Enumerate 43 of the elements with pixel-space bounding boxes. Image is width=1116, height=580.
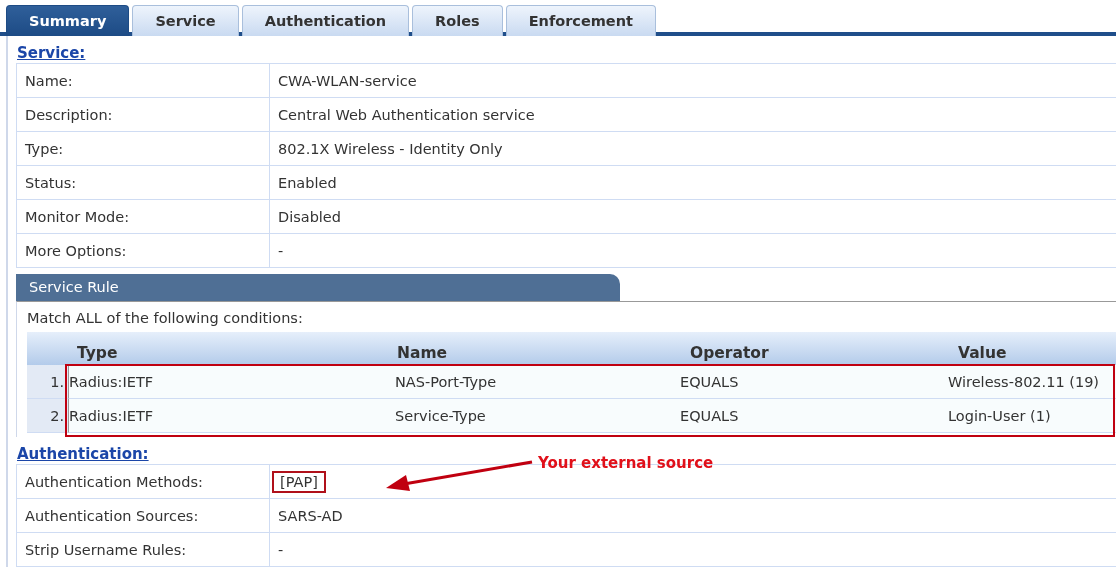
panel-title: Service Rule [16, 274, 620, 301]
match-text: Match ALL of the following conditions: [27, 310, 304, 326]
field-value: Disabled [269, 200, 1116, 234]
column-header: Name [349, 332, 634, 365]
tab[interactable]: Summary [6, 5, 130, 36]
table-cell: EQUALS [634, 399, 906, 433]
field-label: Type: [16, 132, 269, 166]
table-cell: Radius:IETF [69, 365, 349, 399]
table-cell: EQUALS [634, 365, 906, 399]
field-label: Authentication Sources: [16, 499, 269, 533]
row-number: 2. [27, 399, 69, 433]
table-cell: Wireless-802.11 (19) [906, 365, 1116, 399]
tab[interactable]: Roles [412, 5, 503, 36]
table-cell: Service-Type [349, 399, 634, 433]
arrow-icon [384, 459, 534, 491]
field-value: Enabled [269, 166, 1116, 200]
field-label: Strip Username Rules: [16, 533, 269, 567]
table-cell: Radius:IETF [69, 399, 349, 433]
field-label: Authentication Methods: [16, 465, 269, 499]
field-value: SARS-AD [269, 499, 1116, 533]
field-value: - [269, 234, 1116, 268]
field-label: Monitor Mode: [16, 200, 269, 234]
field-label: More Options: [16, 234, 269, 268]
table-cell: Login-User (1) [906, 399, 1116, 433]
column-header: Operator [634, 332, 906, 365]
field-label: Description: [16, 98, 269, 132]
field-label: Status: [16, 166, 269, 200]
tab[interactable]: Authentication [241, 5, 410, 36]
column-header: Type [69, 332, 349, 365]
table-cell: NAS-Port-Type [349, 365, 634, 399]
tab[interactable]: Enforcement [505, 5, 656, 36]
highlighted-value: [PAP] [272, 470, 326, 493]
row-number: 1. [27, 365, 69, 399]
field-label: Name: [16, 64, 269, 98]
field-value: CWA-WLAN-service [269, 64, 1116, 98]
field-value: - [269, 533, 1116, 567]
field-value: 802.1X Wireless - Identity Only [269, 132, 1116, 166]
tab[interactable]: Service [132, 5, 239, 36]
annotation-text: Your external source [538, 454, 714, 472]
field-value: Central Web Authentication service [269, 98, 1116, 132]
section-link[interactable]: Authentication: [16, 437, 149, 464]
section-link[interactable]: Service: [16, 36, 86, 63]
column-header: Value [906, 332, 1116, 365]
